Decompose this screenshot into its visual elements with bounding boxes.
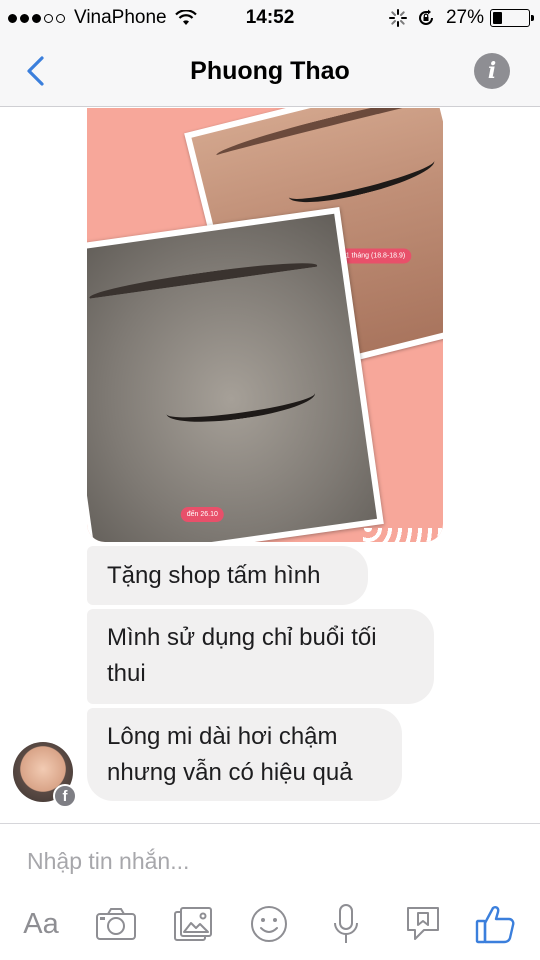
message-bubble[interactable]: Mình sử dụng chỉ buổi tối thui bbox=[87, 609, 434, 704]
photo-message[interactable]: Sau 1 tháng (18.8-18.9) đến 26.10 bbox=[87, 108, 443, 542]
sticker-icon bbox=[407, 907, 439, 940]
messenger-screen: VinaPhone 14:52 27% Phuong Thao i Sau 1 … bbox=[0, 0, 540, 960]
activity-spinner-icon bbox=[388, 9, 407, 27]
gallery-icon bbox=[174, 907, 212, 941]
camera-button[interactable] bbox=[92, 900, 140, 948]
message-text-line: Tặng shop tấm hình bbox=[107, 562, 321, 589]
photo-date-label: đến 26.10 bbox=[180, 507, 224, 523]
battery-fill bbox=[493, 12, 502, 24]
message-composer: Nhập tin nhắn... Aa bbox=[0, 823, 540, 960]
message-text-line: Lông mi dài hơi chậm bbox=[107, 723, 338, 750]
facebook-icon: f bbox=[53, 784, 77, 808]
info-icon: i bbox=[487, 58, 497, 84]
composer-toolbar: Aa bbox=[0, 900, 540, 948]
conversation-title[interactable]: Phuong Thao bbox=[0, 57, 540, 86]
avatar[interactable]: f bbox=[13, 742, 77, 808]
sticker-button[interactable] bbox=[402, 900, 444, 948]
eyelash-shape bbox=[164, 378, 318, 429]
orientation-lock-icon bbox=[419, 9, 433, 25]
eyelash-shape bbox=[285, 146, 438, 212]
navigation-bar: Phuong Thao i bbox=[0, 36, 540, 107]
battery-percent: 27% bbox=[445, 7, 484, 28]
like-icon bbox=[475, 906, 515, 944]
status-bar: VinaPhone 14:52 27% bbox=[0, 0, 540, 36]
lace-decoration bbox=[363, 528, 443, 542]
battery-icon bbox=[490, 9, 534, 27]
message-bubble[interactable]: Lông mi dài hơi chậm nhưng vẫn có hiệu q… bbox=[87, 708, 402, 801]
gallery-button[interactable] bbox=[170, 900, 216, 948]
like-button[interactable] bbox=[472, 900, 518, 948]
message-text-line: Mình sử dụng chỉ buổi tối bbox=[107, 624, 377, 651]
message-text-line: thui bbox=[107, 660, 146, 687]
info-button[interactable]: i bbox=[474, 53, 510, 89]
message-input[interactable]: Nhập tin nhắn... bbox=[27, 848, 189, 875]
emoji-button[interactable] bbox=[247, 900, 291, 948]
message-bubble[interactable]: Tặng shop tấm hình bbox=[87, 546, 368, 605]
message-text-line: nhưng vẫn có hiệu quả bbox=[107, 759, 353, 786]
camera-icon bbox=[96, 908, 136, 940]
microphone-icon bbox=[334, 904, 358, 943]
eyebrow-shape bbox=[88, 256, 319, 307]
emoji-icon bbox=[251, 906, 287, 942]
eyelash-photo-before: đến 26.10 bbox=[87, 206, 384, 542]
text-format-button[interactable]: Aa bbox=[16, 900, 66, 948]
voice-button[interactable] bbox=[329, 900, 363, 948]
status-right: 27% bbox=[380, 7, 534, 29]
